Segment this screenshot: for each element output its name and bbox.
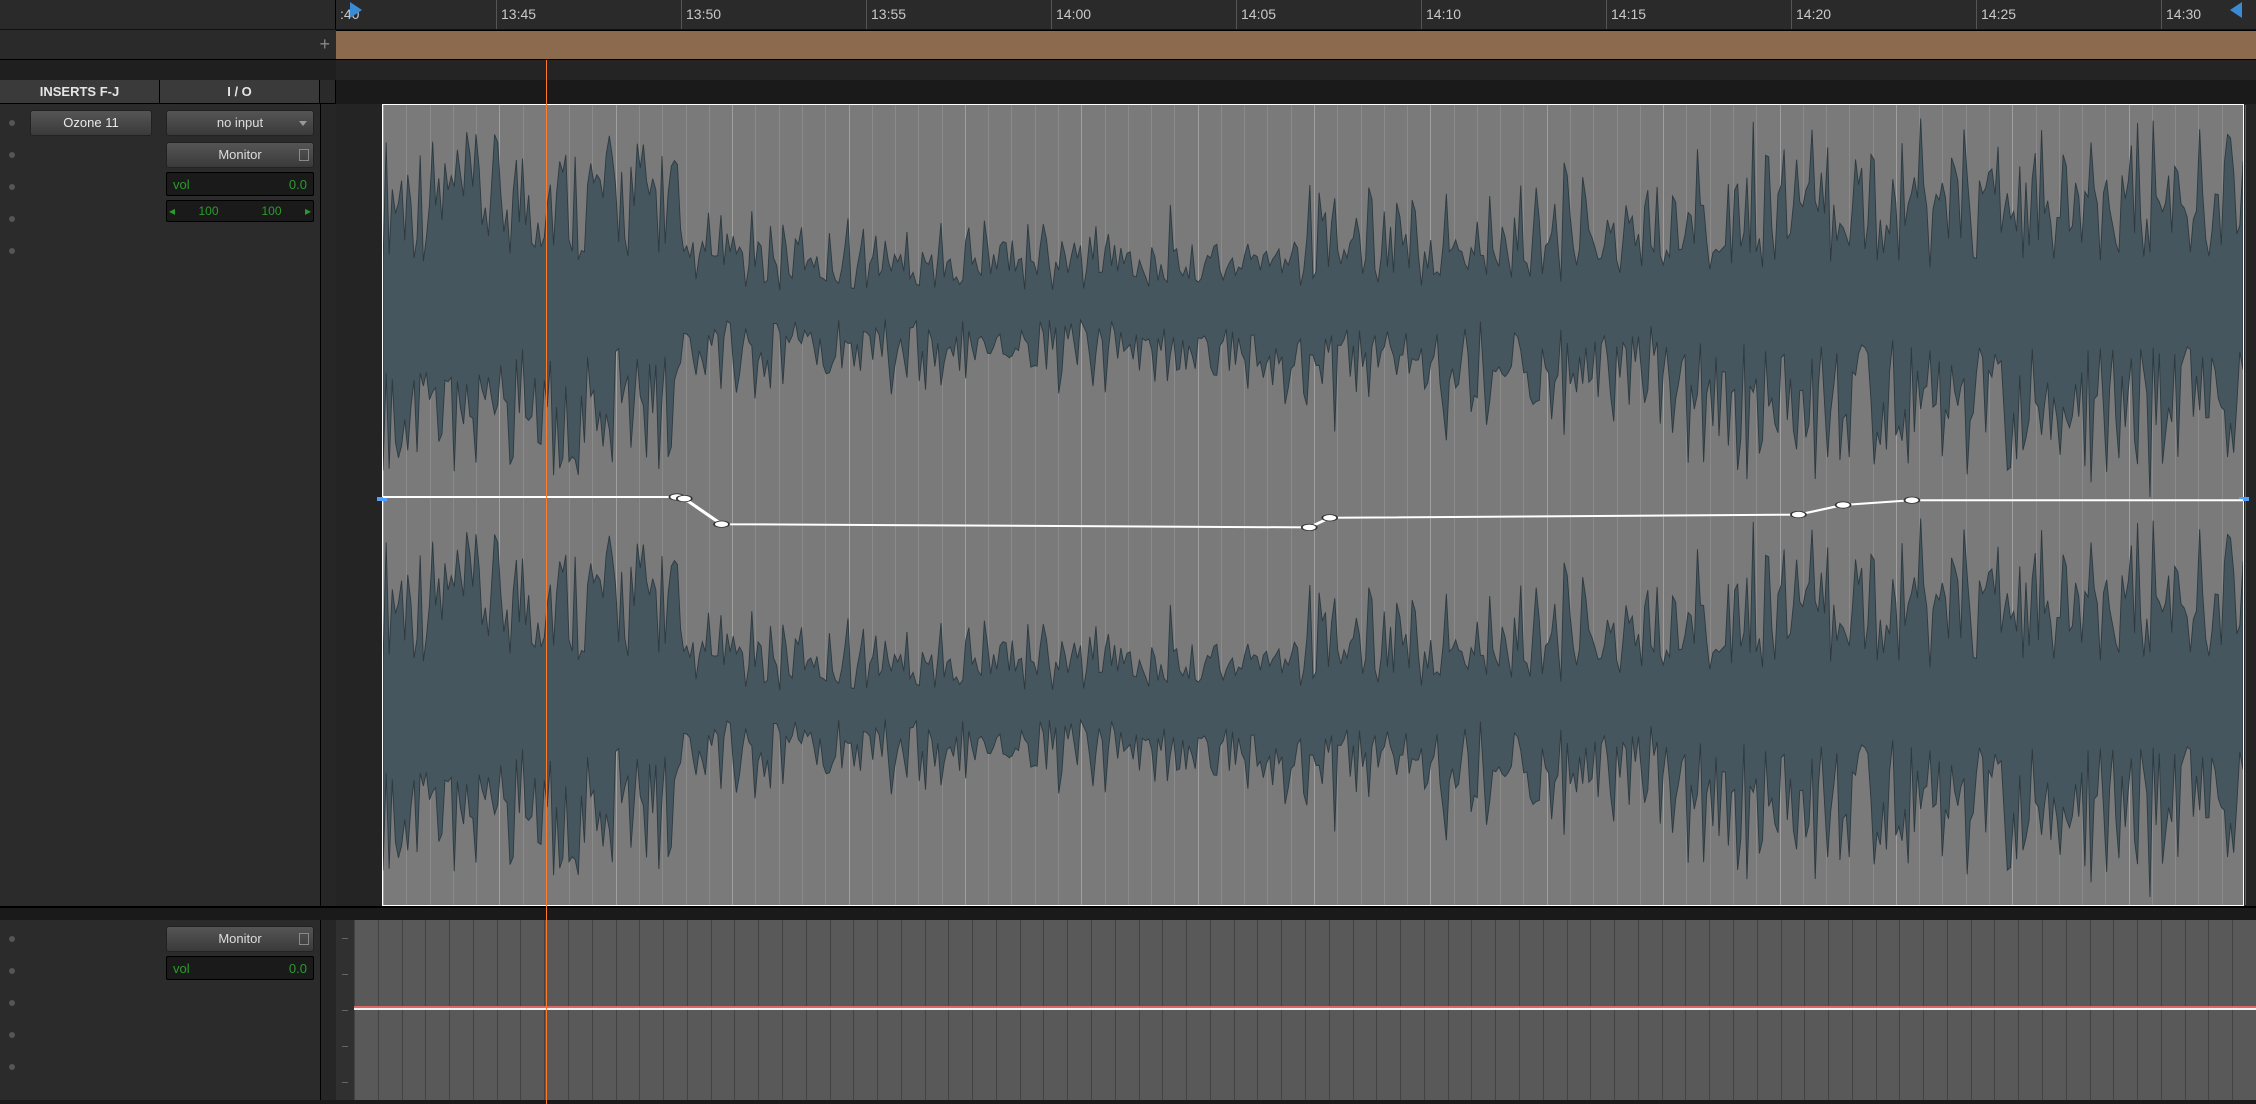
insert-slot-indicator[interactable] [9,1000,15,1006]
ruler-tick: 13:55 [866,0,906,29]
clip-end-handle[interactable] [2239,497,2249,501]
selection-end-marker[interactable] [2230,2,2242,18]
ruler-tick: 14:05 [1236,0,1276,29]
insert-slot-indicator[interactable] [9,1064,15,1070]
insert-slot-indicator[interactable] [9,216,15,222]
track-2-clip-region[interactable] [354,920,2256,1100]
amplitude-scale [336,920,354,1100]
io-monitor-button[interactable]: Monitor [166,142,314,168]
track-2-panel: Monitor vol 0.0 [0,920,336,1100]
ruler-track[interactable]: :40 13:4513:5013:5514:0014:0514:1014:151… [336,0,2256,29]
audio-clip[interactable] [382,104,2244,906]
ruler-tick: 14:30 [2161,0,2201,29]
gap-lane [336,60,2256,80]
monitor-toggle-icon [299,149,309,161]
io-column: Monitor vol 0.0 [160,920,320,1100]
io-column: no input Monitor vol 0.0 ◂ 100 100 ▸ [160,104,320,906]
pan-right-value: 100 [240,204,303,218]
waveform-left-channel [383,113,2243,497]
io-input-label: no input [217,115,263,130]
pan-left-arrow-icon: ◂ [167,204,177,218]
track-2-center-line [354,1008,2256,1010]
vol-label: vol [173,177,190,192]
timeline-ruler[interactable]: :40 13:4513:5013:5514:0014:0514:1014:151… [0,0,2256,30]
ruler-tick: 13:50 [681,0,721,29]
insert-slot-dots [0,920,24,1100]
insert-slot-indicator[interactable] [9,120,15,126]
vol-label: vol [173,961,190,976]
insert-slot-indicator[interactable] [9,936,15,942]
insert-slot-indicator[interactable] [9,184,15,190]
io-monitor-label: Monitor [218,931,261,946]
selection-start-marker[interactable] [350,2,362,18]
header-io[interactable]: I / O [160,80,320,103]
track-2-edit-lane[interactable] [336,920,2256,1100]
ruler-tick: 14:00 [1051,0,1091,29]
volume-readout[interactable]: vol 0.0 [166,172,314,196]
ruler-tick: 14:10 [1421,0,1461,29]
track-header-columns: INSERTS F-J I / O [0,80,336,104]
panel-resize-handle[interactable] [320,104,336,906]
panel-resize-handle[interactable] [320,920,336,1100]
marker-selection-lane[interactable] [336,30,2256,60]
waveform-right-channel [383,513,2243,897]
clip-start-handle[interactable] [377,497,387,501]
pan-right-arrow-icon: ▸ [303,204,313,218]
gap-left [0,60,336,80]
io-monitor-button[interactable]: Monitor [166,926,314,952]
vol-value: 0.0 [289,177,307,192]
ruler-tick: 14:15 [1606,0,1646,29]
volume-readout[interactable]: vol 0.0 [166,956,314,980]
pan-readout[interactable]: ◂ 100 100 ▸ [166,200,314,222]
io-input-selector[interactable]: no input [166,110,314,136]
io-monitor-label: Monitor [218,147,261,162]
monitor-toggle-icon [299,933,309,945]
add-marker-icon[interactable]: + [319,34,330,55]
ruler-corner [0,0,336,29]
pan-left-value: 100 [177,204,240,218]
track-1-edit-lane[interactable] [336,104,2256,908]
ruler-tick: 14:20 [1791,0,1831,29]
insert-slot-indicator[interactable] [9,152,15,158]
insert-slot-indicator[interactable] [9,248,15,254]
insert-slot-dots [0,104,24,906]
header-spacer [320,80,336,103]
chevron-down-icon [299,121,307,126]
insert-slot-indicator[interactable] [9,968,15,974]
ruler-tick: 13:45 [496,0,536,29]
ruler-tick: 14:25 [1976,0,2016,29]
insert-slot-indicator[interactable] [9,1032,15,1038]
vol-value: 0.0 [289,961,307,976]
automation-breakpoint[interactable] [1836,502,1851,508]
marker-lane-left: + [0,30,336,60]
automation-breakpoint[interactable] [1904,497,1919,503]
playhead-cursor[interactable] [546,60,547,1104]
insert-plugin-button[interactable]: Ozone 11 [30,110,152,136]
header-inserts[interactable]: INSERTS F-J [0,80,160,103]
track-1-panel: Ozone 11 no input Monitor vol 0.0 ◂ 100 … [0,104,336,908]
